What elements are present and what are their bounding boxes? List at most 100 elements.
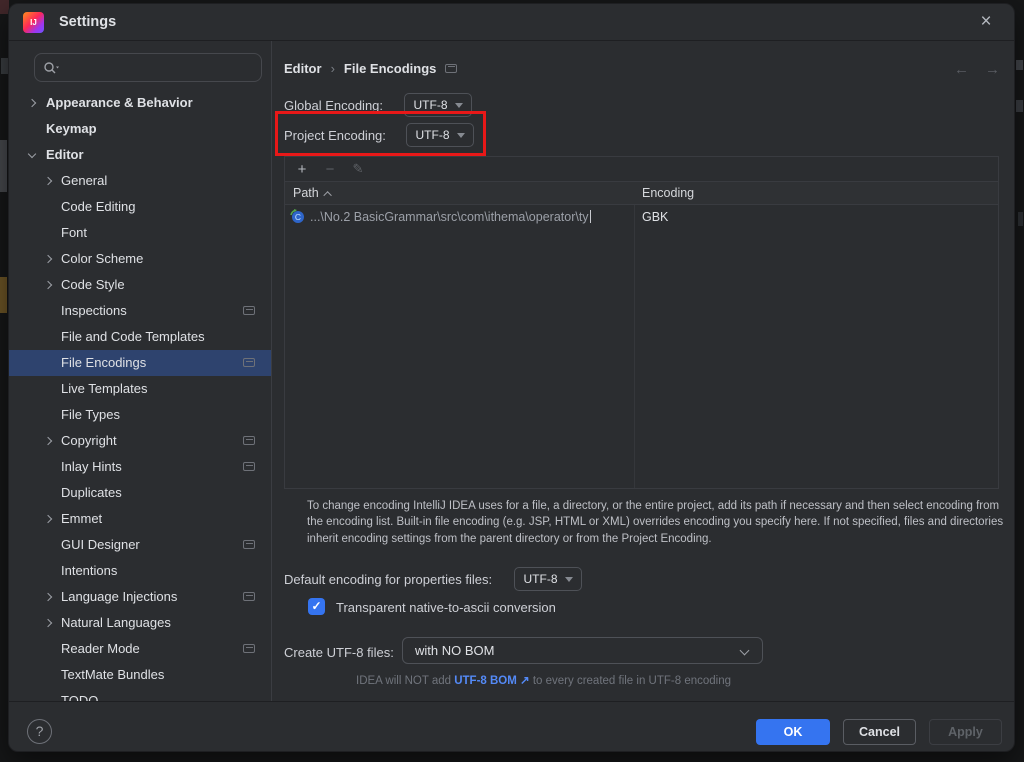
help-button[interactable]: ?	[27, 719, 52, 744]
history-nav: ← →	[954, 61, 1000, 78]
create-utf8-value: with NO BOM	[415, 643, 494, 658]
dropdown-arrow-icon	[457, 133, 465, 138]
sidebar-item-label: Natural Languages	[61, 610, 171, 636]
sidebar-item-emmet[interactable]: Emmet	[9, 506, 271, 532]
sidebar-item-label: Color Scheme	[61, 246, 143, 272]
sidebar-item-appearance-behavior[interactable]: Appearance & Behavior	[9, 90, 271, 116]
chevron-down-icon	[740, 646, 750, 656]
chevron-right-icon[interactable]	[28, 99, 36, 107]
java-class-icon: C	[290, 209, 305, 224]
sidebar-item-code-editing[interactable]: Code Editing	[9, 194, 271, 220]
forward-arrow-icon[interactable]: →	[985, 61, 1000, 78]
search-input[interactable]	[34, 53, 262, 82]
properties-encoding-select[interactable]: UTF-8	[514, 567, 582, 591]
edit-path-button[interactable]: ✎	[349, 161, 367, 177]
sidebar-item-label: Duplicates	[61, 480, 122, 506]
description-text: To change encoding IntelliJ IDEA uses fo…	[307, 498, 1006, 547]
chevron-right-icon[interactable]	[44, 593, 52, 601]
sidebar-item-general[interactable]: General	[9, 168, 271, 194]
sidebar-item-gui-designer[interactable]: GUI Designer	[9, 532, 271, 558]
chevron-right-icon[interactable]	[44, 255, 52, 263]
cancel-button[interactable]: Cancel	[843, 719, 916, 745]
sidebar-item-code-style[interactable]: Code Style	[9, 272, 271, 298]
breadcrumb-file-encodings: File Encodings	[344, 61, 436, 76]
sidebar-item-duplicates[interactable]: Duplicates	[9, 480, 271, 506]
ok-button[interactable]: OK	[756, 719, 830, 745]
apply-button[interactable]: Apply	[929, 719, 1002, 745]
sidebar-item-color-scheme[interactable]: Color Scheme	[9, 246, 271, 272]
encodings-table: Path Encoding C ...\No.2 BasicGrammar\sr…	[284, 181, 999, 489]
dropdown-arrow-icon	[455, 103, 463, 108]
table-toolbar: + − ✎	[284, 156, 999, 181]
bom-note: IDEA will NOT add UTF-8 BOM ↗ to every c…	[356, 673, 731, 687]
sidebar-item-label: General	[61, 168, 107, 194]
remove-path-button[interactable]: −	[321, 161, 339, 178]
chevron-right-icon[interactable]	[44, 515, 52, 523]
sidebar-item-file-and-code-templates[interactable]: File and Code Templates	[9, 324, 271, 350]
sidebar-item-label: Appearance & Behavior	[46, 90, 193, 116]
breadcrumb-editor[interactable]: Editor	[284, 61, 322, 76]
sidebar-item-file-encodings[interactable]: File Encodings	[9, 350, 271, 376]
sidebar-item-language-injections[interactable]: Language Injections	[9, 584, 271, 610]
create-utf8-select[interactable]: with NO BOM	[402, 637, 763, 664]
dropdown-arrow-icon	[565, 577, 573, 582]
sidebar-item-label: Editor	[46, 142, 84, 168]
sidebar-item-copyright[interactable]: Copyright	[9, 428, 271, 454]
chevron-right-icon[interactable]	[44, 437, 52, 445]
sidebar-item-reader-mode[interactable]: Reader Mode	[9, 636, 271, 662]
global-encoding-value: UTF-8	[414, 98, 448, 112]
modified-badge-icon	[243, 644, 255, 653]
sidebar-item-label: Copyright	[61, 428, 117, 454]
close-icon[interactable]: ×	[974, 10, 998, 34]
transparent-conversion-label: Transparent native-to-ascii conversion	[336, 600, 556, 615]
table-row[interactable]: C ...\No.2 BasicGrammar\src\com\ithema\o…	[285, 205, 998, 228]
sidebar-item-editor[interactable]: Editor	[9, 142, 271, 168]
transparent-conversion-checkbox[interactable]: ✓	[308, 598, 325, 615]
utf8-bom-link[interactable]: UTF-8 BOM ↗	[454, 675, 529, 687]
path-column-header[interactable]: Path	[293, 182, 332, 205]
global-encoding-select[interactable]: UTF-8	[404, 93, 472, 117]
sidebar-item-label: Font	[61, 220, 87, 246]
chevron-right-icon[interactable]	[44, 281, 52, 289]
properties-encoding-value: UTF-8	[524, 572, 558, 586]
sidebar-item-label: File Types	[61, 402, 120, 428]
backdrop-artifact	[1016, 100, 1023, 112]
modified-badge-icon	[243, 306, 255, 315]
chevron-right-icon[interactable]	[44, 619, 52, 627]
chevron-right-icon[interactable]	[44, 177, 52, 185]
svg-text:C: C	[295, 212, 301, 222]
sidebar-item-label: Code Editing	[61, 194, 135, 220]
sidebar-item-label: Inspections	[61, 298, 127, 324]
add-path-button[interactable]: +	[293, 161, 311, 178]
bom-note-prefix: IDEA will NOT add	[356, 675, 454, 687]
sidebar-item-keymap[interactable]: Keymap	[9, 116, 271, 142]
sidebar-item-natural-languages[interactable]: Natural Languages	[9, 610, 271, 636]
modified-badge-icon	[445, 64, 457, 73]
modified-badge-icon	[243, 540, 255, 549]
title-bar: IJ Settings ×	[9, 4, 1014, 41]
encoding-column-header[interactable]: Encoding	[642, 182, 694, 205]
sidebar-item-label: Emmet	[61, 506, 102, 532]
sidebar-item-font[interactable]: Font	[9, 220, 271, 246]
sidebar-item-label: Reader Mode	[61, 636, 140, 662]
chevron-down-icon[interactable]	[28, 150, 36, 158]
backdrop-artifact	[1016, 60, 1023, 70]
path-cell: ...\No.2 BasicGrammar\src\com\ithema\ope…	[310, 210, 589, 224]
sidebar-item-inlay-hints[interactable]: Inlay Hints	[9, 454, 271, 480]
sidebar-item-textmate-bundles[interactable]: TextMate Bundles	[9, 662, 271, 688]
sidebar-item-label: Keymap	[46, 116, 97, 142]
bom-note-suffix: to every created file in UTF-8 encoding	[530, 675, 731, 687]
properties-encoding-label: Default encoding for properties files:	[284, 572, 492, 587]
sidebar-item-intentions[interactable]: Intentions	[9, 558, 271, 584]
intellij-idea-logo-icon: IJ	[23, 12, 44, 33]
sidebar-item-todo[interactable]: TODO	[9, 688, 271, 701]
panel-divider	[271, 41, 272, 701]
project-encoding-select[interactable]: UTF-8	[406, 123, 474, 147]
sidebar-item-inspections[interactable]: Inspections	[9, 298, 271, 324]
sidebar-item-label: Language Injections	[61, 584, 177, 610]
sidebar-item-live-templates[interactable]: Live Templates	[9, 376, 271, 402]
table-header: Path Encoding	[285, 182, 998, 205]
back-arrow-icon[interactable]: ←	[954, 61, 969, 78]
sidebar-item-file-types[interactable]: File Types	[9, 402, 271, 428]
sort-asc-icon	[323, 191, 331, 199]
